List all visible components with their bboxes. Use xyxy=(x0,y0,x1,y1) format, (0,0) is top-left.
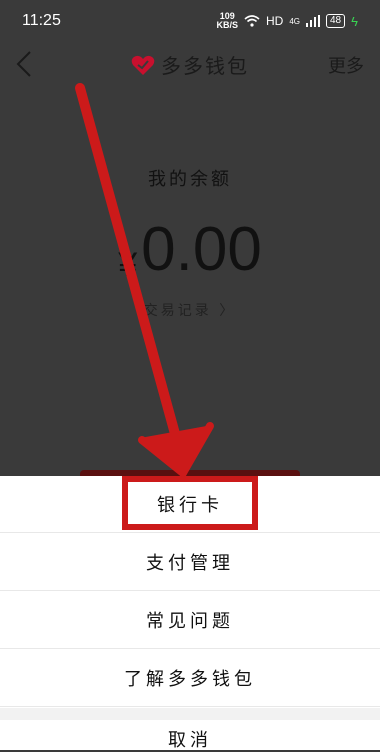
network-speed: 109 KB/S xyxy=(216,12,238,30)
signal-icon xyxy=(305,15,320,27)
battery-icon: 48 xyxy=(325,14,346,28)
heart-logo-icon xyxy=(131,55,155,75)
sheet-item-payment-settings[interactable]: 支付管理 xyxy=(0,534,380,591)
cancel-button[interactable]: 取消 xyxy=(0,726,380,752)
status-time: 11:25 xyxy=(22,12,61,29)
annotation-highlight-box xyxy=(122,476,258,530)
sheet-divider xyxy=(0,708,380,720)
status-indicators: 109 KB/S HD 4G 48 ϟ xyxy=(216,12,358,30)
balance-row: ¥ 0.00 xyxy=(0,215,380,285)
balance-value: 0.00 xyxy=(141,215,262,284)
currency-symbol: ¥ xyxy=(118,246,138,284)
speed-unit: KB/S xyxy=(216,20,238,30)
sheet-item-about-wallet[interactable]: 了解多多钱包 xyxy=(0,650,380,707)
balance-label: 我的余额 xyxy=(148,169,232,190)
transaction-history-link[interactable]: 交易记录 〉 xyxy=(0,300,380,320)
sheet-item-faq[interactable]: 常见问题 xyxy=(0,592,380,649)
page-title: 多多钱包 xyxy=(161,54,249,78)
more-button[interactable]: 更多 xyxy=(328,52,364,78)
nav-bar: 多多钱包 更多 xyxy=(0,44,380,84)
charging-icon: ϟ xyxy=(351,13,358,29)
network-type: HD xyxy=(265,14,284,28)
status-bar: 11:25 109 KB/S HD 4G 48 ϟ xyxy=(0,0,380,44)
wifi-icon xyxy=(244,15,260,27)
nav-title-group: 多多钱包 xyxy=(0,50,380,79)
signal-type: 4G xyxy=(289,16,300,26)
